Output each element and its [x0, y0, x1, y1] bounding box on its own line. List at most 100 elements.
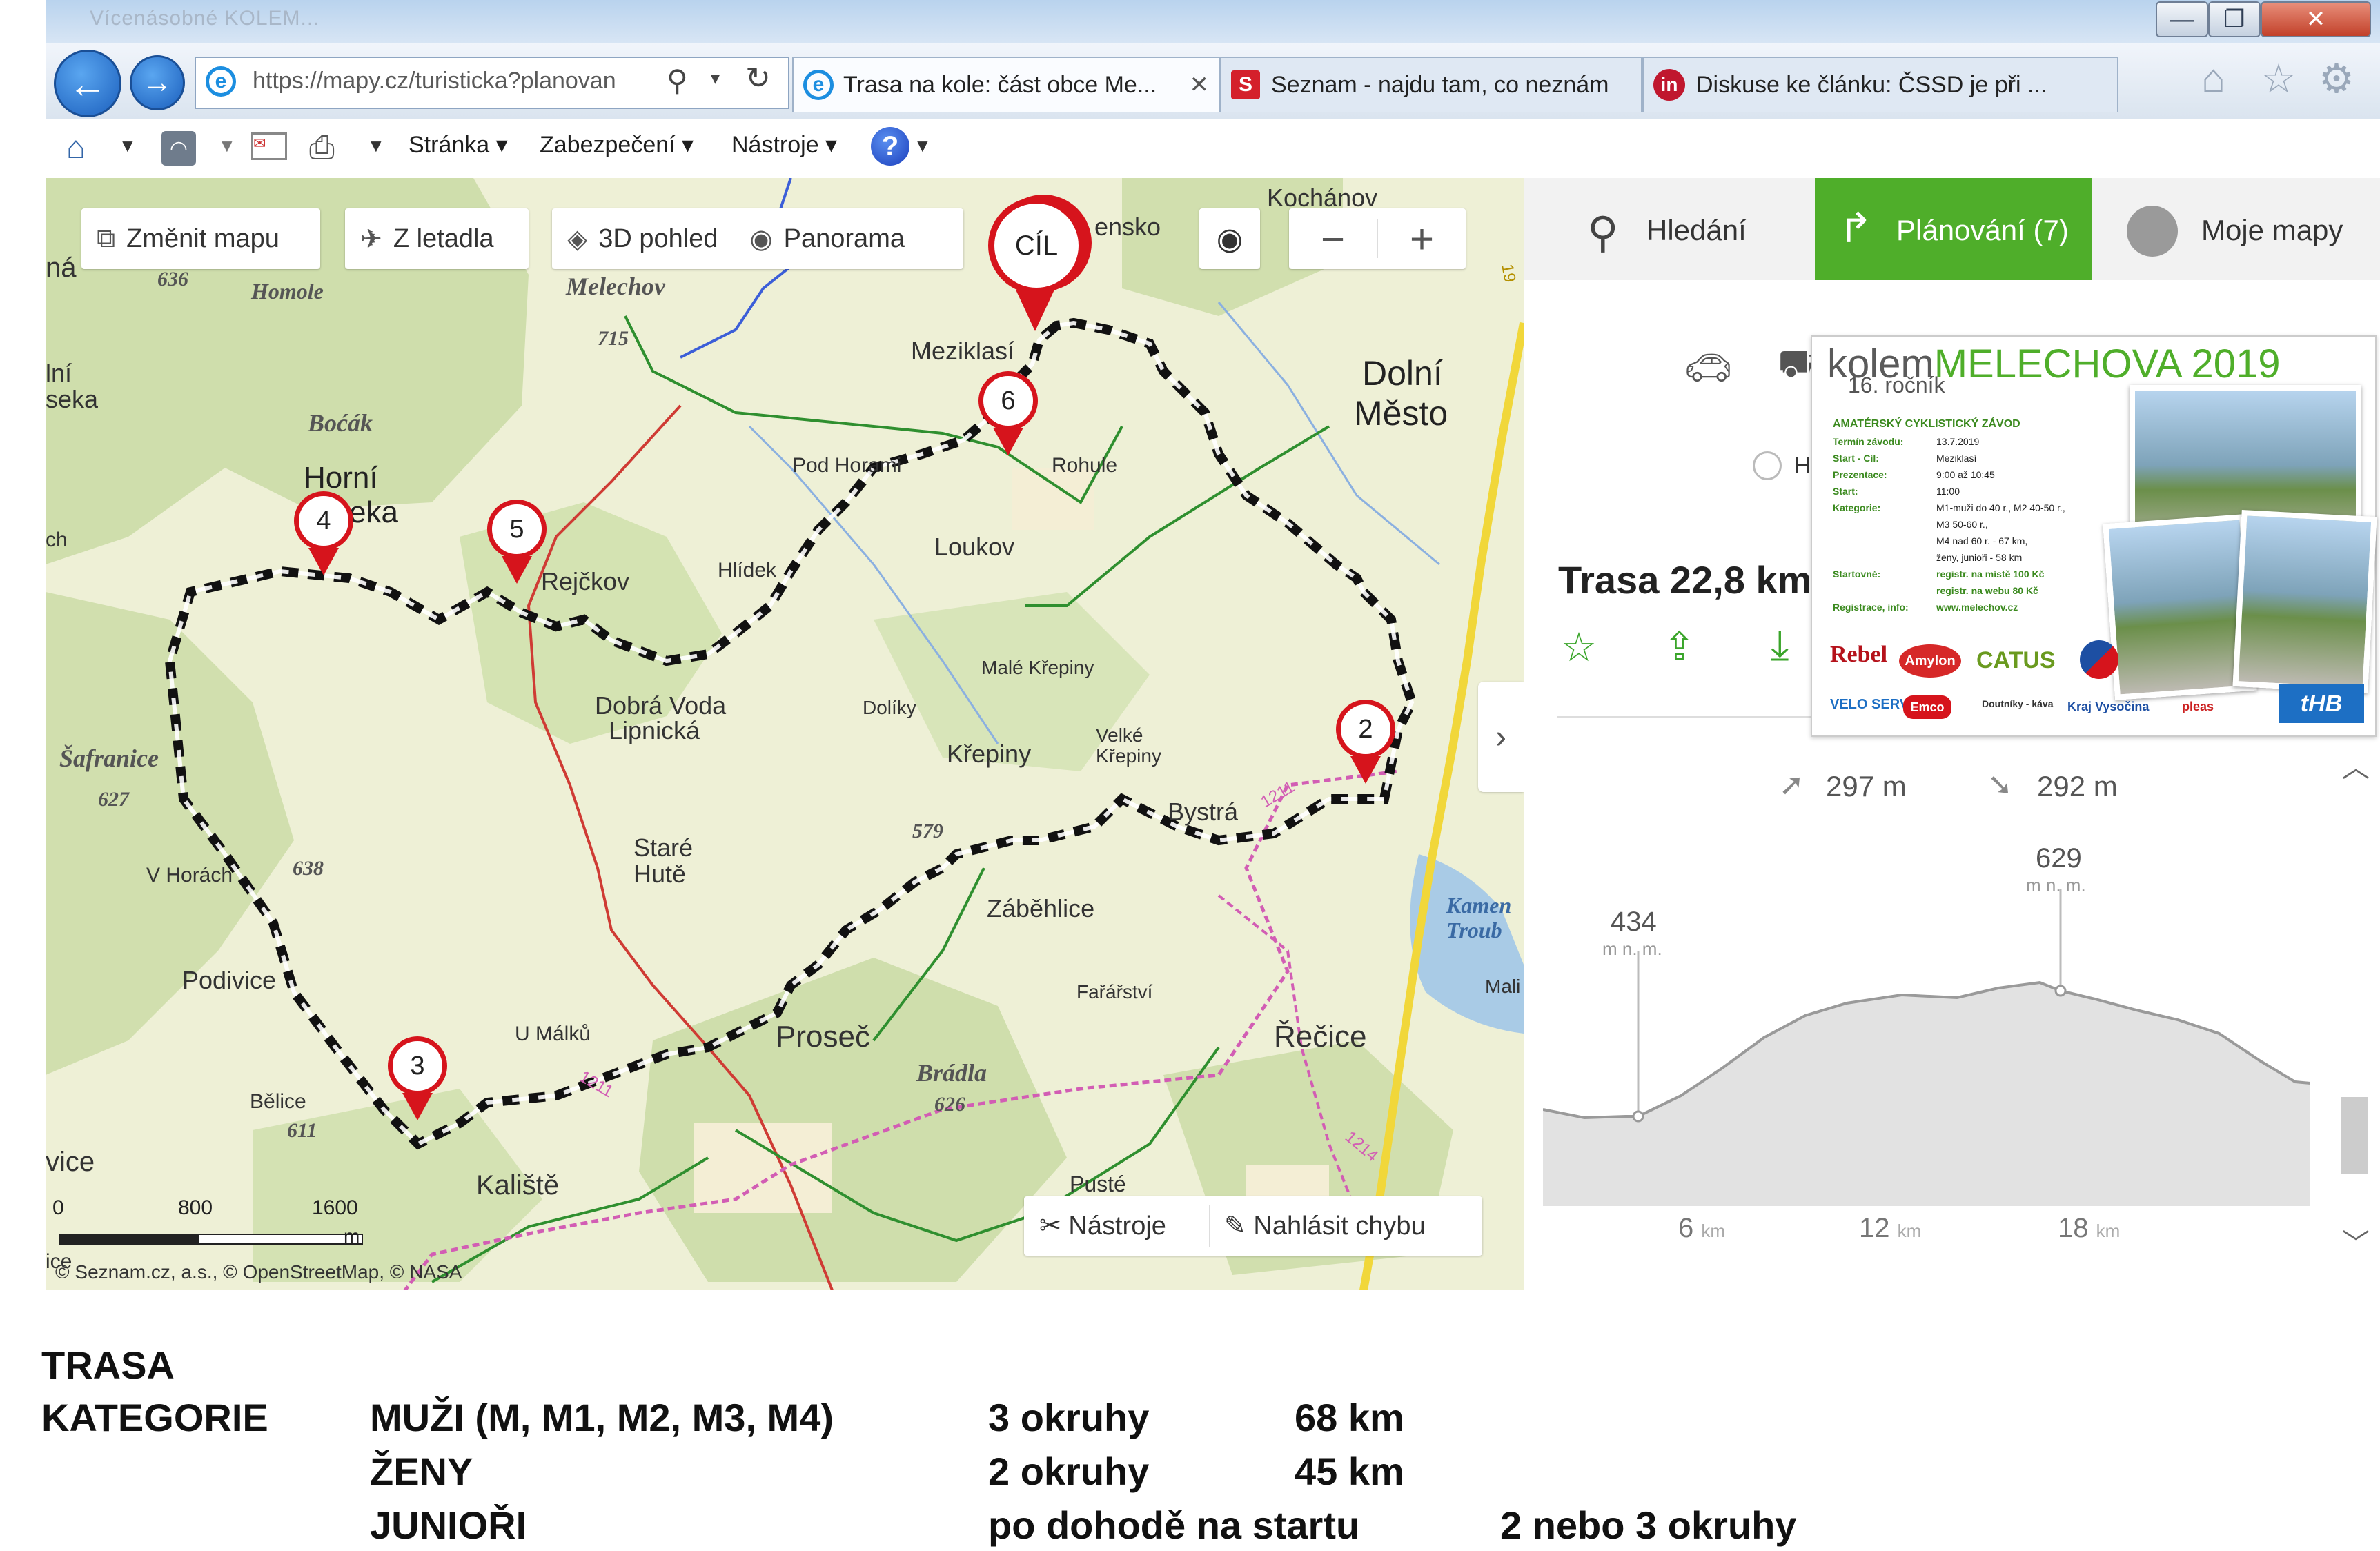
- waypoint-marker[interactable]: 3: [388, 1036, 447, 1120]
- cube-icon[interactable]: ◈: [567, 224, 587, 255]
- sponsor-logo: Doutníky - káva: [1982, 698, 2054, 709]
- dropdown-arrow-icon[interactable]: ▼: [119, 135, 137, 157]
- scrollbar-thumb[interactable]: [2341, 1097, 2368, 1174]
- poster-photo: [2232, 510, 2377, 693]
- poster-row-key: Termín závodu:: [1833, 436, 1904, 447]
- maximize-button[interactable]: ❐: [2208, 1, 2261, 37]
- menu-page[interactable]: Stránka ▾: [409, 131, 508, 159]
- in-favicon-icon: in: [1653, 69, 1685, 101]
- download-icon[interactable]: ⤓: [1771, 621, 1789, 669]
- place-label: Pod Horami: [792, 454, 902, 477]
- road-number-label: 19: [1497, 262, 1520, 284]
- scroll-down-icon[interactable]: ﹀: [2342, 1221, 2370, 1261]
- map-canvas[interactable]: Kochánov ensko Meziklasí Dolní Město Mel…: [46, 178, 1524, 1290]
- address-text[interactable]: https://mapy.cz/turisticka?planovan: [253, 68, 616, 95]
- locate-me-icon[interactable]: ◉: [1199, 208, 1260, 269]
- place-label: Staré: [633, 833, 694, 862]
- waypoint-marker[interactable]: 2: [1336, 700, 1395, 784]
- star-icon[interactable]: ☆: [1561, 624, 1597, 671]
- dropdown-arrow-icon[interactable]: ▼: [914, 135, 932, 157]
- start-altitude: 434: [1611, 907, 1657, 937]
- pencil-icon: ✎: [1224, 1212, 1246, 1241]
- village-area: [694, 1123, 832, 1213]
- panorama-button[interactable]: Panorama: [784, 224, 905, 254]
- ascent-icon: ➚: [1779, 768, 1804, 802]
- waypoint-marker[interactable]: 5: [487, 500, 547, 584]
- start-altitude-dot: [1632, 1110, 1644, 1123]
- category-distance: 68 km: [1295, 1396, 1404, 1439]
- scroll-up-icon[interactable]: ︿: [2342, 745, 2370, 785]
- nav-planning[interactable]: Plánování (7): [1896, 214, 2069, 247]
- poster-row: Start: 11:00: [1833, 486, 1960, 498]
- tab-diskuse[interactable]: in Diskuse ke článku: ČSSD je při ...: [1642, 57, 2118, 112]
- collapse-panel-button[interactable]: ›: [1478, 682, 1524, 792]
- settings-gear-icon[interactable]: ⚙: [2319, 55, 2354, 102]
- home-icon[interactable]: ⌂: [66, 128, 86, 166]
- map-attribution[interactable]: © Seznam.cz, a.s., © OpenStreetMap, © NA…: [55, 1261, 462, 1283]
- zoom-in-button[interactable]: +: [1378, 215, 1466, 263]
- place-label: Homole: [251, 279, 324, 304]
- ie-tab-icon: e: [803, 70, 834, 100]
- back-button[interactable]: ←: [54, 50, 121, 117]
- poster-edition: 16. ročník: [1848, 373, 1945, 397]
- place-label: Mali: [1485, 976, 1521, 997]
- doc-route-heading: TRASA: [41, 1343, 175, 1387]
- search-icon[interactable]: ⚲: [667, 63, 688, 97]
- tab-active[interactable]: e Trasa na kole: část obce Me... ✕: [792, 57, 1220, 112]
- place-label: Podivice: [182, 966, 277, 994]
- aerial-button[interactable]: ✈ Z letadla: [345, 208, 529, 269]
- favorites-star-icon[interactable]: ☆: [2261, 55, 2297, 102]
- waypoint-pin-tail: [502, 556, 532, 584]
- place-label: 579: [912, 820, 943, 842]
- car-icon[interactable]: 🚗︎: [1684, 345, 1733, 391]
- elevation-profile[interactable]: 434 m n. m. 629 m n. m. 6 km 12 km 18 km: [1542, 843, 2311, 1243]
- place-label: Pusté: [1070, 1172, 1126, 1196]
- change-map-button[interactable]: ⧉ Změnit mapu: [81, 208, 320, 269]
- rss-feed-icon[interactable]: ◠: [161, 131, 196, 166]
- report-error-button[interactable]: ✎ Nahlásit chybu: [1224, 1210, 1426, 1241]
- finish-marker[interactable]: CÍL: [988, 197, 1085, 331]
- waypoint-pin-tail: [1350, 756, 1381, 784]
- tools-button[interactable]: ✂ Nástroje: [1039, 1210, 1166, 1241]
- category-laps: po dohodě na startu: [988, 1503, 1360, 1547]
- avatar-icon[interactable]: [2127, 206, 2178, 257]
- profile-area: [1543, 982, 2310, 1206]
- nav-my-maps[interactable]: Moje mapy: [2201, 214, 2343, 247]
- close-window-button[interactable]: ✕: [2261, 1, 2371, 37]
- eye-icon[interactable]: ◉: [749, 224, 772, 255]
- dropdown-arrow-icon[interactable]: ▼: [367, 135, 385, 157]
- print-icon[interactable]: ⎙: [309, 128, 335, 167]
- menu-tools[interactable]: Nástroje ▾: [731, 131, 837, 159]
- waypoint-marker[interactable]: 4: [294, 491, 353, 575]
- minimize-button[interactable]: —: [2156, 1, 2208, 37]
- route-option-radio[interactable]: [1753, 451, 1782, 480]
- altitude-unit: m n. m.: [2026, 875, 2086, 896]
- poster-row-value: Meziklasí: [1936, 453, 1977, 464]
- close-tab-icon[interactable]: ✕: [1190, 71, 1210, 99]
- waypoint-marker[interactable]: 6: [978, 371, 1038, 455]
- search-icon[interactable]: ⚲: [1587, 207, 1618, 257]
- mail-icon[interactable]: ✉: [251, 132, 287, 160]
- waypoint-label: 6: [978, 371, 1038, 431]
- descent-value: 292 m: [2037, 770, 2118, 802]
- menu-security[interactable]: Zabezpečení ▾: [540, 131, 694, 159]
- nav-search[interactable]: Hledání: [1646, 214, 1747, 247]
- home-icon[interactable]: ⌂: [2201, 55, 2225, 101]
- sponsor-logo: Emco: [1903, 695, 1951, 719]
- share-icon[interactable]: ⇪: [1663, 624, 1695, 669]
- forward-button[interactable]: →: [130, 55, 185, 110]
- waypoint-pin-tail: [993, 428, 1023, 455]
- zoom-out-button[interactable]: −: [1289, 215, 1377, 263]
- place-label: 636: [157, 268, 188, 290]
- dropdown-arrow-icon[interactable]: ▾: [711, 68, 720, 89]
- scale-bar: [59, 1234, 197, 1245]
- race-poster: kolemMELECHOVA 2019 16. ročník AMATÉRSKÝ…: [1811, 335, 2377, 737]
- help-icon[interactable]: ?: [871, 127, 909, 166]
- view-3d-button[interactable]: 3D pohled: [598, 224, 718, 254]
- refresh-icon[interactable]: ↻: [745, 61, 771, 96]
- poster-row-key: Kategorie:: [1833, 502, 1881, 513]
- category-laps: 3 okruhy: [988, 1396, 1150, 1439]
- dropdown-arrow-icon[interactable]: ▼: [218, 135, 236, 157]
- tab-seznam[interactable]: S Seznam - najdu tam, co neznám: [1220, 57, 1642, 112]
- poster-row-value: ženy, junioři - 58 km: [1936, 552, 2023, 563]
